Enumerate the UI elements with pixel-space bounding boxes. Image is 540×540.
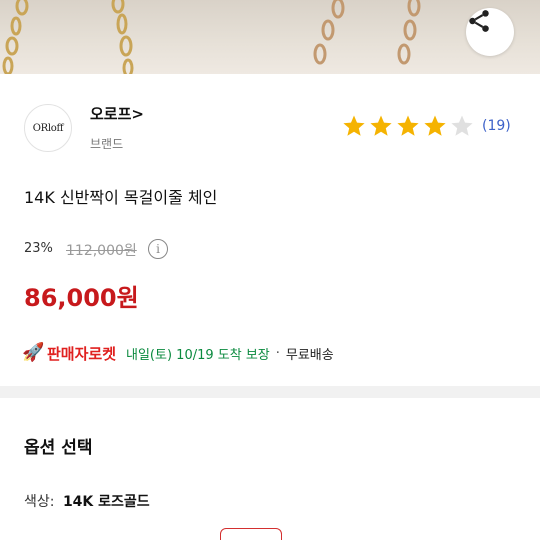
brand-label: 브랜드 (90, 137, 124, 151)
share-icon (469, 10, 489, 32)
rocket-label: 판매자로켓 (47, 344, 117, 363)
discount-rate: 23% (24, 241, 53, 256)
color-value: 14K 로즈골드 (62, 494, 150, 510)
review-count-link[interactable]: (19) (482, 118, 511, 134)
delivery-info: 🚀 판매자로켓 내일(토) 10/19 도착 보장 · 무료배송 (22, 342, 334, 364)
section-divider (0, 386, 540, 398)
sale-price: 86,000원 (24, 284, 139, 312)
rating-stars[interactable] (342, 114, 474, 138)
free-shipping: 무료배송 (285, 347, 334, 363)
share-button[interactable] (466, 8, 514, 56)
info-icon[interactable]: i (148, 239, 168, 259)
color-label: 색상: (24, 494, 55, 510)
delivery-date: 내일(토) 10/19 도착 보장 (126, 347, 270, 363)
chain-image (2, 0, 421, 74)
color-option[interactable]: 색상: 14K 로즈골드 (24, 491, 150, 511)
star-filled-icon (424, 115, 446, 136)
brand-logo-text: ORloff (32, 122, 64, 134)
product-title: 14K 신반짝이 목걸이줄 체인 (24, 188, 218, 207)
brand-logo[interactable]: ORloff (24, 104, 72, 152)
rocket-icon: 🚀 (22, 342, 45, 363)
star-empty-icon (451, 115, 473, 136)
product-image[interactable] (0, 0, 540, 74)
star-filled-icon (343, 115, 365, 136)
brand-name-link[interactable]: 오로프> (90, 103, 144, 124)
star-filled-icon (370, 115, 392, 136)
options-title: 옵션 선택 (24, 438, 93, 458)
star-filled-icon (397, 115, 419, 136)
separator-dot: · (275, 345, 280, 361)
option-badge (220, 528, 282, 540)
original-price: 112,000원 (66, 243, 137, 259)
